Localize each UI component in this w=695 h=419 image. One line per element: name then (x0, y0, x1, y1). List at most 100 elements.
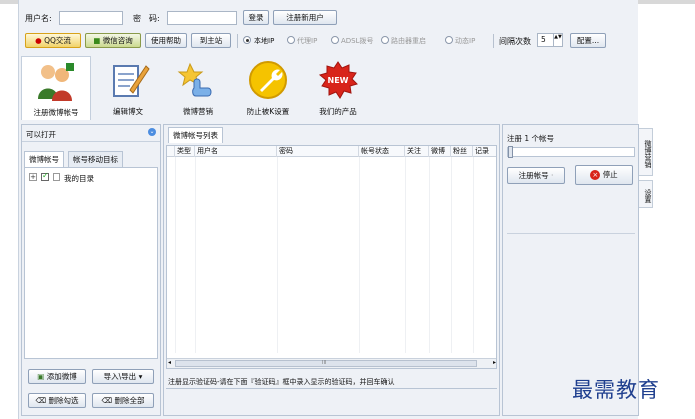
column-follow[interactable]: 关注 (405, 146, 429, 157)
app-window: 用户名: 密 码: 登录 注册新用户 ● QQ交流 ■ 微信咨询 使用帮助 到主… (18, 0, 653, 419)
svg-text:NEW: NEW (328, 76, 349, 85)
people-icon (38, 63, 74, 101)
import-export-button[interactable]: 导入\导出 ▾ (92, 369, 154, 384)
add-weibo-label: 添加微博 (46, 372, 77, 381)
scroll-left-icon[interactable]: ◂ (168, 359, 171, 366)
expand-icon[interactable]: + (29, 173, 37, 181)
divider (507, 233, 635, 234)
add-icon: ▣ (37, 372, 45, 381)
tab-account-list[interactable]: 微博帐号列表 (168, 127, 223, 143)
ip-option-proxy-radio[interactable] (287, 36, 295, 44)
ip-option-local-label: 本地IP (254, 37, 275, 45)
tree-item-label: 我的目录 (64, 174, 94, 183)
ip-option-adsl-radio[interactable] (331, 36, 339, 44)
toolbar-separator (493, 34, 494, 48)
tool-anti-ban-settings-label: 防止被K设置 (246, 107, 290, 116)
ip-option-local-radio[interactable] (243, 36, 251, 44)
tool-our-products[interactable]: NEW 我们的产品 (303, 56, 373, 120)
column-divider (175, 157, 176, 353)
delete-all-button[interactable]: ⌫ 删除全部 (92, 393, 154, 408)
left-panel: 可以打开 ⌄ 微博帐号 帐号移动目标 + 我的目录 ▣ 添加微博 导入\导出 ▾ (21, 124, 161, 416)
tool-anti-ban-settings[interactable]: 防止被K设置 (233, 56, 303, 120)
left-tabs: 微博帐号 帐号移动目标 (24, 151, 158, 167)
column-password[interactable]: 密码 (277, 146, 359, 157)
tool-register-account[interactable]: 注册微博帐号 (21, 56, 91, 120)
username-input[interactable] (59, 11, 123, 25)
tab-account-move-target[interactable]: 帐号移动目标 (68, 151, 123, 167)
ip-option-dynamic-radio[interactable] (445, 36, 453, 44)
ip-option-dynamic-label: 动态IP (455, 37, 476, 45)
tool-marketing-label: 微博营销 (183, 107, 213, 116)
scrollbar-thumb[interactable]: III (175, 360, 477, 367)
toolbar: ● QQ交流 ■ 微信咨询 使用帮助 到主站 本地IP 代理IP ADSL拨号 … (25, 32, 635, 50)
register-user-button[interactable]: 注册新用户 (273, 10, 337, 25)
weixin-button[interactable]: ■ 微信咨询 (85, 33, 141, 48)
collapse-icon[interactable]: ⌄ (148, 128, 156, 136)
side-tab-settings[interactable]: 设置 (639, 180, 653, 208)
register-count-label: 注册 1 个帐号 (507, 134, 555, 143)
register-account-button[interactable]: 注册帐号 · (507, 167, 565, 184)
side-tabs: 微博营销 设置 (639, 124, 653, 224)
scroll-grip: III (322, 360, 327, 366)
column-weibo[interactable]: 微博 (429, 146, 451, 157)
stop-icon: × (590, 170, 601, 180)
column-divider (359, 157, 360, 353)
tool-our-products-label: 我们的产品 (319, 107, 357, 116)
tool-edit-post[interactable]: 编辑博文 (93, 56, 163, 120)
interval-stepper[interactable]: 5 ▲▼ (537, 33, 563, 47)
password-input[interactable] (167, 11, 237, 25)
delete-selected-label: 删除勾选 (48, 396, 79, 405)
column-divider (473, 157, 474, 353)
interval-value: 5 (541, 35, 546, 44)
eraser-icon: ⌫ (101, 396, 113, 405)
watermark-logo: 最需教育 (572, 378, 660, 402)
home-button[interactable]: 到主站 (191, 33, 231, 48)
qq-icon: ● (35, 36, 42, 45)
column-account-status[interactable]: 帐号状态 (359, 146, 405, 157)
ip-option-router-label: 路由器重启 (391, 37, 426, 45)
weixin-icon: ■ (93, 36, 101, 45)
column-fans[interactable]: 粉丝 (451, 146, 473, 157)
help-button[interactable]: 使用帮助 (145, 33, 187, 48)
import-export-label: 导入\导出 (103, 372, 137, 381)
delete-selected-button[interactable]: ⌫ 删除勾选 (28, 393, 86, 408)
account-list-panel: 微博帐号列表 类型 用户名 密码 帐号状态 关注 微博 粉丝 记录 ◂ III … (163, 124, 500, 416)
qq-button[interactable]: ● QQ交流 (25, 33, 81, 48)
qq-label: QQ交流 (44, 36, 71, 45)
column-divider (195, 157, 196, 353)
column-type[interactable]: 类型 (175, 146, 195, 157)
tool-edit-post-label: 编辑博文 (113, 107, 143, 116)
toolbar-separator (237, 34, 238, 48)
add-weibo-button[interactable]: ▣ 添加微博 (28, 369, 86, 384)
config-button[interactable]: 配置... (570, 33, 606, 48)
password-label: 密 码: (133, 14, 160, 23)
side-tab-weibo-marketing[interactable]: 微博营销 (639, 128, 653, 176)
horizontal-scrollbar[interactable]: ◂ III ▸ (167, 358, 496, 368)
column-record[interactable]: 记录 (473, 146, 496, 157)
weixin-label: 微信咨询 (102, 36, 133, 45)
column-divider (429, 157, 430, 353)
tool-marketing[interactable]: 微博营销 (163, 56, 233, 120)
delete-all-label: 删除全部 (114, 396, 145, 405)
new-badge-icon: NEW (318, 61, 358, 99)
register-account-label: 注册帐号 (518, 171, 549, 180)
tab-weibo-accounts[interactable]: 微博帐号 (24, 151, 64, 167)
stop-label: 停止 (602, 170, 618, 179)
stepper-arrows-icon[interactable]: ▲▼ (553, 34, 562, 46)
login-button[interactable]: 登录 (243, 10, 269, 25)
scroll-right-icon[interactable]: ▸ (493, 359, 496, 366)
column-username[interactable]: 用户名 (195, 146, 277, 157)
stop-button[interactable]: × 停止 (575, 165, 633, 185)
left-panel-title: 可以打开 (26, 130, 56, 139)
left-panel-header: 可以打开 ⌄ (22, 125, 160, 142)
eraser-icon: ⌫ (35, 396, 47, 405)
tool-register-account-label: 注册微博帐号 (33, 108, 79, 117)
directory-tree: + 我的目录 (24, 167, 158, 359)
wrench-icon (249, 61, 287, 99)
tree-checkbox[interactable] (41, 171, 49, 181)
slider-knob[interactable] (508, 146, 513, 158)
register-progress-slider[interactable] (507, 146, 635, 158)
interval-label: 间隔次数 (499, 37, 531, 46)
folder-icon (53, 173, 60, 181)
ip-option-router-radio[interactable] (381, 36, 389, 44)
